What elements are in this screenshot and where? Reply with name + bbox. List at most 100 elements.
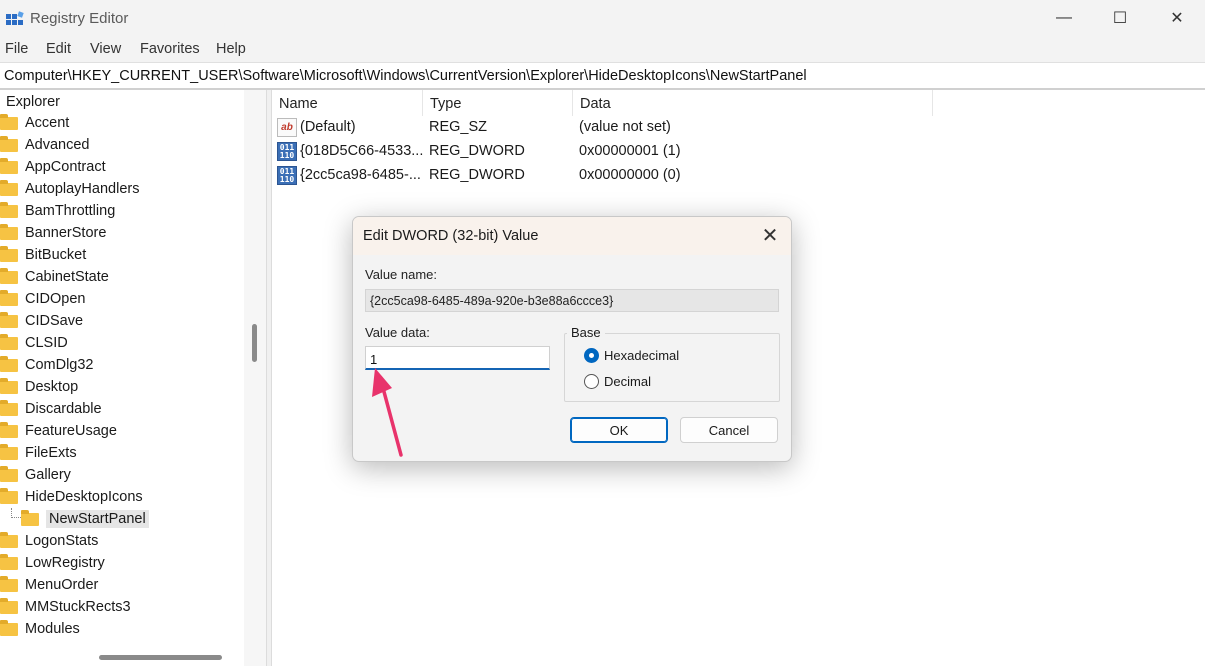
binary-value-icon: 011 110 <box>277 142 297 161</box>
tree-item-bamthrottling[interactable]: BamThrottling <box>0 200 115 222</box>
tree-item-label: Advanced <box>25 137 90 153</box>
folder-icon <box>0 531 18 548</box>
address-path[interactable]: Computer\HKEY_CURRENT_USER\Software\Micr… <box>4 68 807 84</box>
value-type: REG_SZ <box>429 119 488 135</box>
tree-item-label: Modules <box>25 621 80 637</box>
tree-item-fileexts[interactable]: FileExts <box>0 442 77 464</box>
tree-item-label: BitBucket <box>25 247 87 263</box>
folder-icon <box>0 553 18 570</box>
dialog-close-icon[interactable]: ✕ <box>755 223 785 249</box>
column-header-name[interactable]: Name <box>272 90 423 116</box>
tree-item-label: AutoplayHandlers <box>25 181 140 197</box>
radio-hexadecimal[interactable]: Hexadecimal <box>584 348 679 363</box>
maximize-button[interactable]: ☐ <box>1092 0 1148 36</box>
folder-icon <box>0 267 18 284</box>
value-data-label: Value data: <box>365 325 430 340</box>
folder-icon <box>0 113 18 130</box>
tree-item-cidopen[interactable]: CIDOpen <box>0 288 85 310</box>
tree-item-label: ComDlg32 <box>25 357 94 373</box>
tree-item-label: MMStuckRects3 <box>25 599 131 615</box>
radio-hexadecimal-indicator[interactable] <box>584 348 599 363</box>
value-row[interactable]: ab (Default) REG_SZ (value not set) <box>272 116 932 140</box>
tree-vertical-scroll-thumb[interactable] <box>252 324 257 362</box>
tree-item-label: CIDOpen <box>25 291 86 307</box>
menu-view[interactable]: View <box>90 41 121 57</box>
value-name: {2cc5ca98-6485-... <box>300 167 421 183</box>
minimize-button[interactable]: — <box>1036 0 1092 36</box>
registry-editor-icon <box>6 11 24 25</box>
value-type: REG_DWORD <box>429 143 525 159</box>
tree-item-logonstats[interactable]: LogonStats <box>0 530 98 552</box>
radio-decimal-indicator[interactable] <box>584 374 599 389</box>
tree-horizontal-scroll-thumb[interactable] <box>99 655 222 660</box>
tree-item-newstartpanel[interactable]: NewStartPanel <box>21 508 149 530</box>
radio-decimal[interactable]: Decimal <box>584 374 651 389</box>
tree-item-cabinetstate[interactable]: CabinetState <box>0 266 109 288</box>
tree-item-label: CIDSave <box>25 313 84 329</box>
tree-item-label: MenuOrder <box>25 577 99 593</box>
tree-item-lowregistry[interactable]: LowRegistry <box>0 552 105 574</box>
address-bar[interactable]: Computer\HKEY_CURRENT_USER\Software\Micr… <box>0 62 1205 90</box>
column-header-type[interactable]: Type <box>423 90 573 116</box>
value-name-label: Value name: <box>365 267 438 282</box>
folder-icon <box>0 487 18 504</box>
tree-item-comdlg32[interactable]: ComDlg32 <box>0 354 94 376</box>
tree-item-accent[interactable]: Accent <box>0 112 69 134</box>
menu-help[interactable]: Help <box>216 41 246 57</box>
folder-icon <box>0 289 18 306</box>
tree-item-featureusage[interactable]: FeatureUsage <box>0 420 117 442</box>
folder-icon <box>0 597 18 614</box>
tree-pane[interactable]: Explorer Accent Advanced AppContract Autopl… <box>0 90 266 666</box>
menu-file[interactable]: File <box>5 41 28 57</box>
tree-item-advanced[interactable]: Advanced <box>0 134 90 156</box>
value-row[interactable]: 011 110 {2cc5ca98-6485-... REG_DWORD 0x00… <box>272 164 932 188</box>
menu-bar: File Edit View Favorites Help <box>0 36 1205 62</box>
base-label: Base <box>567 325 605 340</box>
tree-item-label: FileExts <box>25 445 77 461</box>
value-data: 0x00000001 (1) <box>579 143 681 159</box>
folder-icon <box>0 223 18 240</box>
value-row[interactable]: 011 110 {018D5C66-4533... REG_DWORD 0x000… <box>272 140 932 164</box>
tree-item-discardable[interactable]: Discardable <box>0 398 102 420</box>
radio-hexadecimal-label[interactable]: Hexadecimal <box>604 348 679 363</box>
folder-icon <box>0 355 18 372</box>
tree-item-label: HideDesktopIcons <box>25 489 143 505</box>
tree-horizontal-scrollbar[interactable] <box>0 646 244 666</box>
tree-item-bitbucket[interactable]: BitBucket <box>0 244 86 266</box>
cancel-button[interactable]: Cancel <box>680 417 778 443</box>
folder-icon <box>0 333 18 350</box>
value-name: {018D5C66-4533... <box>300 143 424 159</box>
folder-icon <box>0 135 18 152</box>
tree-vertical-scrollbar[interactable] <box>244 90 266 666</box>
folder-icon <box>0 377 18 394</box>
folder-icon <box>0 619 18 636</box>
radio-decimal-label[interactable]: Decimal <box>604 374 651 389</box>
menu-favorites[interactable]: Favorites <box>140 41 200 57</box>
value-data: 0x00000000 (0) <box>579 167 681 183</box>
tree-item-cidsave[interactable]: CIDSave <box>0 310 83 332</box>
column-header-data[interactable]: Data <box>573 90 933 116</box>
window-title: Registry Editor <box>30 10 129 27</box>
value-data-input[interactable] <box>365 346 550 370</box>
base-groupbox <box>564 333 780 402</box>
tree-item-appcontract[interactable]: AppContract <box>0 156 106 178</box>
folder-icon <box>21 509 39 526</box>
tree-item-label: Accent <box>25 115 70 131</box>
menu-edit[interactable]: Edit <box>46 41 71 57</box>
tree-item-mmstuckrects3[interactable]: MMStuckRects3 <box>0 596 131 618</box>
tree-item-label: CLSID <box>25 335 68 351</box>
tree-item-autoplayhandlers[interactable]: AutoplayHandlers <box>0 178 139 200</box>
tree-item-hidedesktopicons[interactable]: HideDesktopIcons <box>0 486 143 508</box>
tree-item-desktop[interactable]: Desktop <box>0 376 78 398</box>
tree-item-clsid[interactable]: CLSID <box>0 332 68 354</box>
close-button[interactable]: ✕ <box>1149 0 1205 36</box>
tree-item-bannerstore[interactable]: BannerStore <box>0 222 106 244</box>
tree-item-menuorder[interactable]: MenuOrder <box>0 574 98 596</box>
value-name-field: {2cc5ca98-6485-489a-920e-b3e88a6ccce3} <box>365 289 779 312</box>
tree-item-gallery[interactable]: Gallery <box>0 464 71 486</box>
tree-item-modules[interactable]: Modules <box>0 618 80 640</box>
tree-root-explorer[interactable]: Explorer <box>6 94 60 110</box>
ok-button[interactable]: OK <box>570 417 668 443</box>
tree-connector <box>11 508 21 518</box>
edit-dword-dialog: Edit DWORD (32-bit) Value ✕ Value name: … <box>352 216 792 462</box>
